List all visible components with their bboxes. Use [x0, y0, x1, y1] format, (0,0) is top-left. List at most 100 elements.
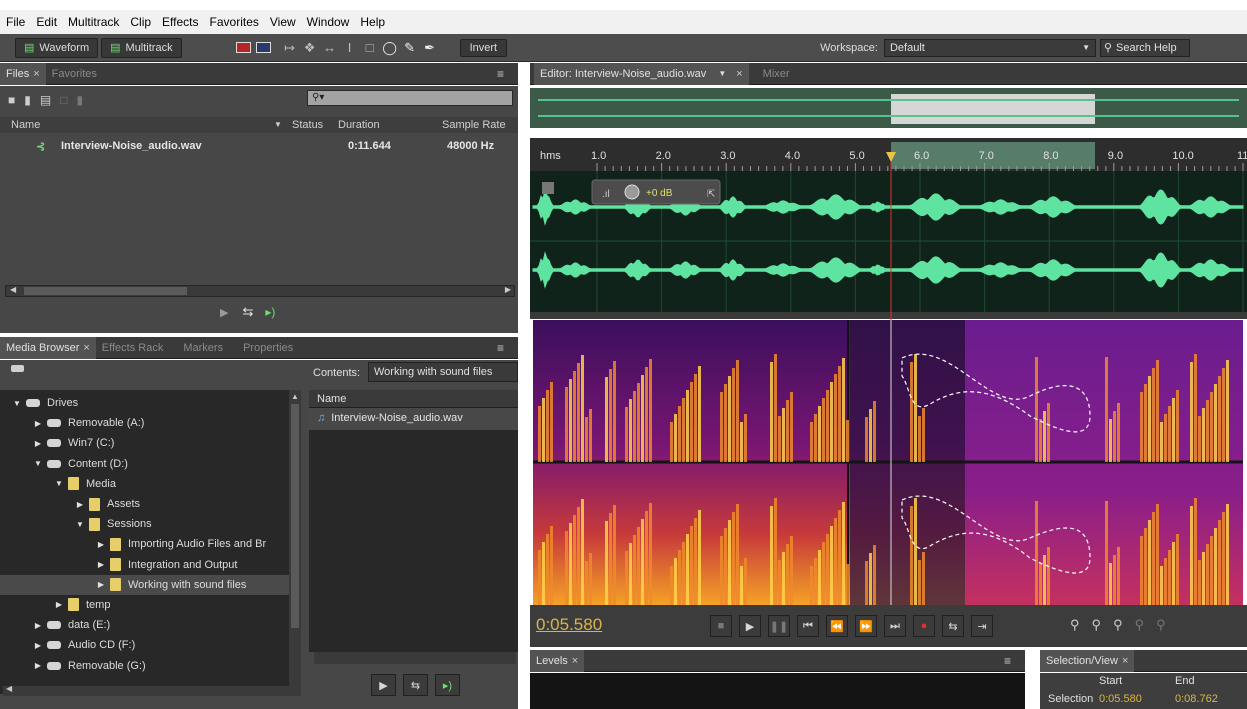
rewind-button[interactable]: ⏪	[826, 615, 848, 637]
razor-tool-icon[interactable]: ❖	[300, 38, 320, 58]
hud-pin-icon[interactable]: ⇱	[707, 189, 715, 200]
scroll-left-icon[interactable]: ◀	[10, 285, 16, 294]
insert-icon[interactable]: □	[60, 93, 67, 107]
tab-favorites[interactable]: Favorites	[46, 63, 103, 85]
tab-editor[interactable]: Editor: Interview-Noise_audio.wav ▼ ×	[534, 62, 749, 85]
col-sample-rate[interactable]: Sample Rate	[442, 119, 506, 131]
drive-view-icon[interactable]	[11, 365, 24, 372]
expand-right-icon[interactable]: ▶	[96, 540, 106, 549]
tree-item[interactable]: ▼ Content (D:)	[0, 454, 289, 474]
fast-forward-button[interactable]: ⏩	[855, 615, 877, 637]
overview-bar[interactable]	[530, 88, 1247, 128]
close-icon[interactable]: ×	[33, 68, 39, 80]
zoom-out-time-icon[interactable]: ⚲	[1135, 617, 1145, 633]
col-duration[interactable]: Duration	[338, 119, 380, 131]
tab-effects-rack[interactable]: Effects Rack	[96, 337, 170, 359]
preview-loop-button[interactable]: ⇆	[403, 674, 428, 696]
menu-favorites[interactable]: Favorites	[210, 15, 259, 29]
current-time-readout[interactable]: 0:05.580	[536, 615, 602, 635]
tree-item[interactable]: ▶ Importing Audio Files and Br	[0, 534, 289, 554]
files-horizontal-scrollbar[interactable]: ◀ ▶	[5, 285, 515, 297]
tree-vertical-scrollbar[interactable]: ▲	[289, 390, 301, 694]
move-tool-icon[interactable]: ↦	[280, 38, 300, 58]
panel-menu-icon[interactable]: ≡	[497, 341, 504, 355]
preview-play-button[interactable]: ▶	[371, 674, 396, 696]
marquee-tool-icon[interactable]: □	[360, 38, 380, 58]
col-status[interactable]: Status	[292, 119, 323, 131]
menu-multitrack[interactable]: Multitrack	[68, 15, 119, 29]
menu-help[interactable]: Help	[360, 15, 385, 29]
expand-right-icon[interactable]: ▶	[54, 600, 64, 609]
time-selection-tool-icon[interactable]: I	[340, 38, 360, 58]
expand-down-icon[interactable]: ▼	[54, 479, 64, 488]
display-splitter[interactable]	[530, 312, 1247, 319]
menu-file[interactable]: File	[6, 15, 25, 29]
tree-item[interactable]: ▶ Working with sound files	[0, 574, 289, 595]
tab-mixer[interactable]: Mixer	[757, 63, 796, 85]
expand-right-icon[interactable]: ▶	[33, 439, 43, 448]
waveform-view-button[interactable]: ▤ Waveform	[15, 37, 99, 58]
expand-down-icon[interactable]: ▼	[33, 459, 43, 468]
selection-end-value[interactable]: 0:08.762	[1175, 693, 1218, 705]
spot-healing-tool-icon[interactable]: ✒	[420, 38, 440, 58]
scrollbar-thumb[interactable]	[24, 287, 187, 295]
trash-icon[interactable]: ▮	[76, 93, 83, 107]
tree-item[interactable]: ▼ Sessions	[0, 514, 289, 534]
record-button[interactable]: ●	[913, 615, 935, 637]
tree-item[interactable]: ▶ data (E:)	[0, 615, 289, 635]
new-file-icon[interactable]: ▤	[40, 93, 51, 107]
loop-button[interactable]: ⇆	[942, 615, 964, 637]
expand-right-icon[interactable]: ▶	[96, 580, 106, 589]
editor-canvas[interactable]: hms 1.02.03.04.05.06.07.08.09.010.011.0 …	[530, 86, 1247, 646]
expand-right-icon[interactable]: ▶	[33, 621, 43, 630]
play-button[interactable]: ▶	[739, 615, 761, 637]
spectral-display-icon[interactable]	[254, 38, 274, 58]
tab-markers[interactable]: Markers	[177, 337, 229, 359]
close-icon[interactable]: ×	[1122, 655, 1128, 667]
file-list-item[interactable]: ♫ Interview-Noise_audio.wav	[309, 408, 518, 430]
volume-knob-icon[interactable]	[624, 184, 640, 200]
menu-view[interactable]: View	[270, 15, 296, 29]
file-row[interactable]: ⊰ Interview-Noise_audio.wav 0:11.644 480…	[0, 139, 518, 157]
tree-item[interactable]: ▶ Assets	[0, 494, 289, 514]
menu-effects[interactable]: Effects	[162, 15, 198, 29]
zoom-out-amplitude-icon[interactable]: ⚲	[1092, 617, 1102, 633]
close-icon[interactable]: ×	[736, 68, 742, 80]
expand-right-icon[interactable]: ▶	[75, 500, 85, 509]
waveform-display-icon[interactable]	[234, 38, 254, 58]
menu-clip[interactable]: Clip	[130, 15, 151, 29]
autoplay-icon[interactable]: ▸)	[265, 305, 275, 319]
tab-media-browser[interactable]: Media Browser ×	[0, 336, 96, 359]
close-icon[interactable]: ×	[572, 655, 578, 667]
tree-item[interactable]: ▶ Removable (G:)	[0, 655, 289, 675]
col-name[interactable]: Name	[11, 119, 40, 131]
tree-item[interactable]: ▶ Integration and Output	[0, 555, 289, 575]
pause-button[interactable]: ❚❚	[768, 615, 790, 637]
menu-window[interactable]: Window	[307, 15, 350, 29]
contents-select[interactable]: Working with sound files	[368, 362, 518, 382]
file-list-scrollbar[interactable]	[314, 652, 516, 664]
invert-button[interactable]: Invert	[459, 38, 508, 57]
slip-tool-icon[interactable]: ↔	[320, 38, 340, 58]
go-to-start-button[interactable]: ⏮	[797, 615, 819, 637]
scrollbar-thumb[interactable]	[291, 404, 299, 628]
play-icon[interactable]: ▶	[220, 306, 228, 319]
files-search-input[interactable]: ⚲▾	[307, 90, 513, 106]
chevron-down-icon[interactable]: ▼	[718, 69, 726, 78]
expand-right-icon[interactable]: ▶	[33, 419, 43, 428]
tab-levels[interactable]: Levels ×	[530, 649, 585, 672]
expand-right-icon[interactable]: ▶	[33, 641, 43, 650]
selection-start-value[interactable]: 0:05.580	[1099, 693, 1142, 705]
hud-gain-value[interactable]: +0 dB	[646, 188, 673, 199]
tree-item[interactable]: ▶ temp	[0, 595, 289, 615]
preview-autoplay-button[interactable]: ▸)	[435, 674, 460, 696]
overview-viewport[interactable]	[891, 94, 1095, 124]
zoom-in-time-icon[interactable]: ⚲	[1113, 617, 1123, 633]
open-folder-icon[interactable]: ■	[8, 93, 15, 107]
go-to-end-button[interactable]: ⏭	[884, 615, 906, 637]
expand-down-icon[interactable]: ▼	[12, 399, 22, 408]
scroll-left-icon[interactable]: ◀	[6, 684, 12, 693]
brush-tool-icon[interactable]: ✎	[400, 38, 420, 58]
scroll-up-icon[interactable]: ▲	[291, 392, 299, 401]
tree-item[interactable]: ▼ Media	[0, 474, 289, 494]
